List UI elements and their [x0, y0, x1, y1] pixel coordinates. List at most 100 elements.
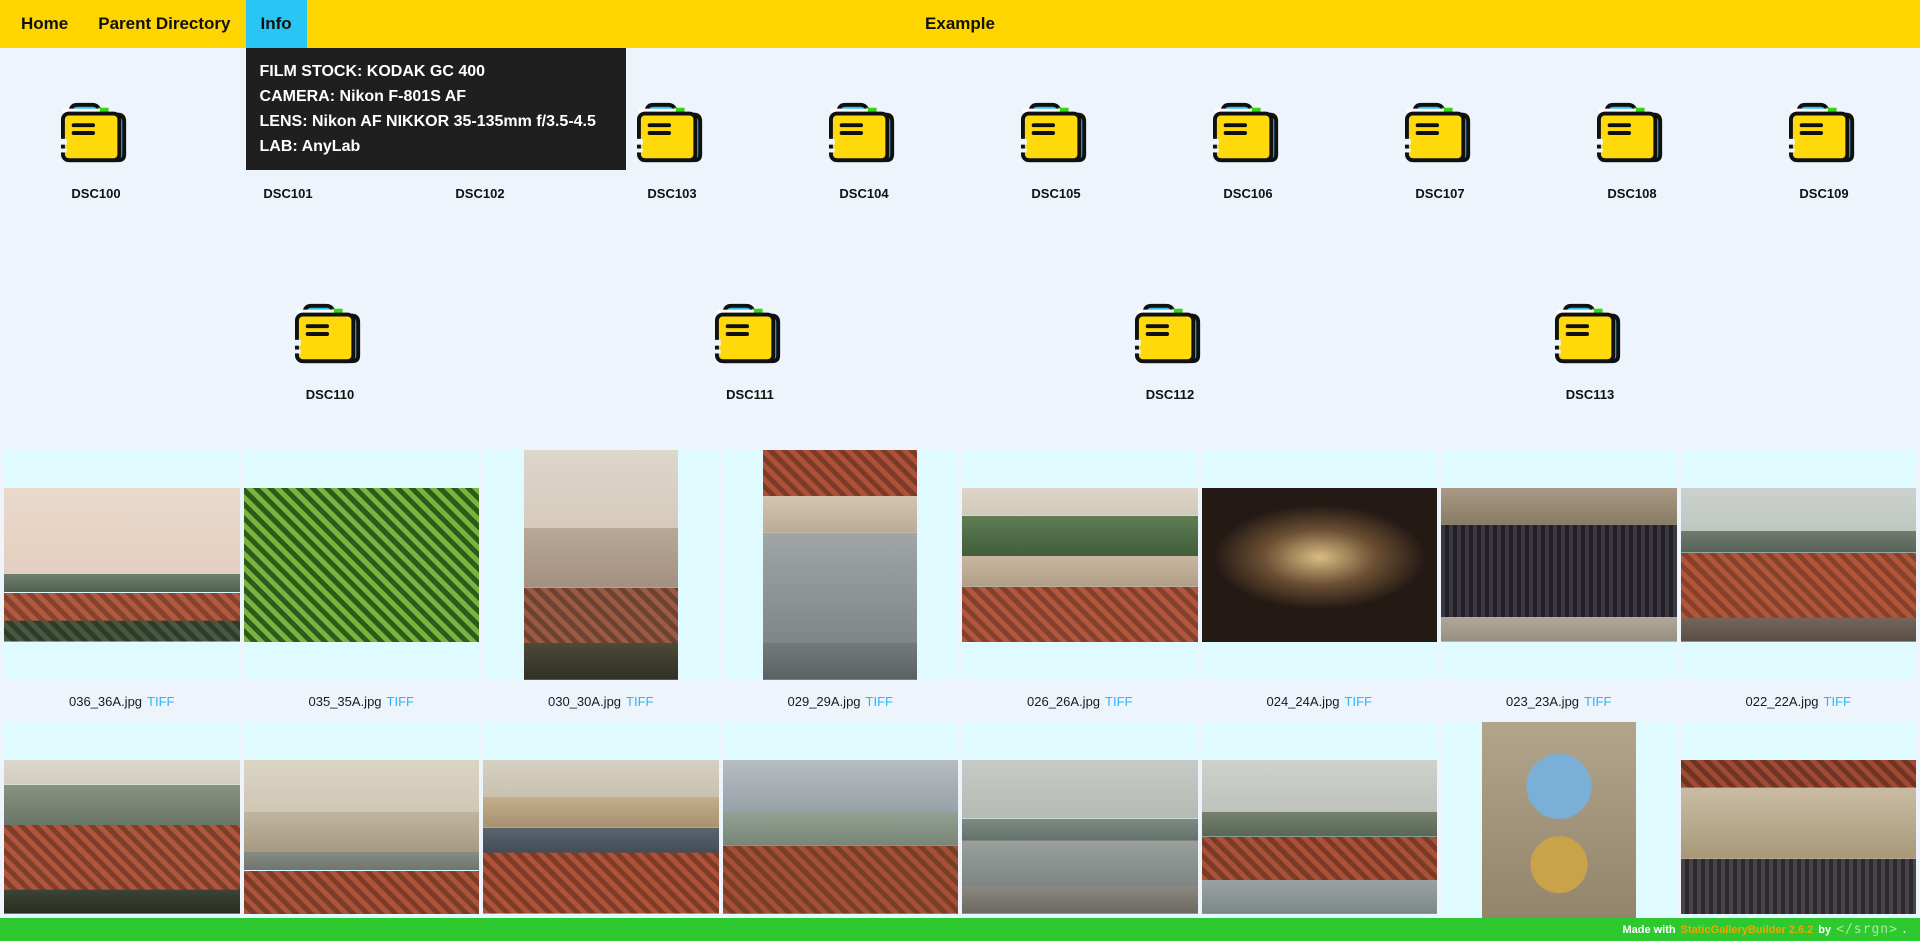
photo-item: 022_22A.jpgTIFF [1681, 450, 1917, 722]
photo-thumbnail-cell[interactable] [1681, 450, 1917, 680]
photo-row-2 [0, 722, 1920, 941]
photo-item: 029_29A.jpg TIFF [723, 450, 959, 722]
photo-item [483, 722, 719, 941]
photo-thumbnail-image [763, 450, 917, 680]
photo-tiff-link[interactable]: TIFF [1345, 694, 1372, 709]
photo-thumbnail-image [1482, 722, 1636, 941]
folder-item-dsc105[interactable]: DSC105 [960, 98, 1152, 201]
page-title: Example [925, 0, 995, 48]
photo-row-1: 036_36A.jpgTIFF035_35A.jpgTIFF030_30A.jp… [0, 450, 1920, 722]
folder-item-dsc108[interactable]: DSC108 [1536, 98, 1728, 201]
photo-thumbnail-image [962, 760, 1198, 914]
photo-thumbnail-cell[interactable] [962, 722, 1198, 941]
photo-tiff-link[interactable]: TIFF [866, 694, 893, 709]
photo-thumbnail-image [244, 488, 480, 642]
folder-label: DSC105 [1031, 186, 1080, 201]
photo-filename: 023_23A.jpg [1506, 694, 1579, 709]
photo-caption: 035_35A.jpgTIFF [244, 680, 480, 722]
folder-item-dsc109[interactable]: DSC109 [1728, 98, 1920, 201]
folder-item-dsc100[interactable]: DSC100 [0, 98, 192, 201]
photo-item [1441, 722, 1677, 941]
photo-item [1681, 722, 1917, 941]
photo-thumbnail-cell[interactable] [1681, 722, 1917, 941]
photo-tiff-link[interactable]: TIFF [1824, 694, 1851, 709]
photo-thumbnail-cell[interactable] [723, 722, 959, 941]
folder-icon [57, 98, 135, 168]
photo-caption: 026_26A.jpg TIFF [962, 680, 1198, 722]
folder-icon [1017, 98, 1095, 168]
photo-thumbnail-image [483, 760, 719, 914]
photo-thumbnail-cell[interactable] [1202, 722, 1438, 941]
tooltip-line-lab: LAB: AnyLab [260, 134, 612, 159]
photo-item: 030_30A.jpg TIFF [483, 450, 719, 722]
footer-by-text: by [1818, 924, 1831, 936]
folder-icon [291, 299, 369, 369]
photo-thumbnail-cell[interactable] [4, 722, 240, 941]
folder-icon [825, 98, 903, 168]
footer-logo-link[interactable]: </srgn> [1836, 922, 1898, 937]
photo-item [962, 722, 1198, 941]
nav-item-parent-directory[interactable]: Parent Directory [83, 0, 245, 48]
footer-bar: Made with StaticGalleryBuilder 2.6.2 by … [0, 918, 1920, 941]
photo-thumbnail-image [4, 488, 240, 642]
photo-item: 036_36A.jpgTIFF [4, 450, 240, 722]
photo-thumbnail-cell[interactable] [244, 450, 480, 680]
photo-thumbnail-image [244, 760, 480, 914]
photo-thumbnail-cell[interactable] [1441, 450, 1677, 680]
tooltip-line-camera: CAMERA: Nikon F-801S AF [260, 84, 612, 109]
photo-thumbnail-image [4, 760, 240, 914]
nav-item-info[interactable]: Info FILM STOCK: KODAK GC 400 CAMERA: Ni… [246, 0, 307, 48]
photo-tiff-link[interactable]: TIFF [626, 694, 653, 709]
photo-thumbnail-cell[interactable] [4, 450, 240, 680]
photo-tiff-link[interactable]: TIFF [1584, 694, 1611, 709]
folder-label: DSC109 [1799, 186, 1848, 201]
photo-thumbnail-cell[interactable] [244, 722, 480, 941]
folder-icon [1785, 98, 1863, 168]
nav-item-info-label: Info [261, 14, 292, 34]
photo-tiff-link[interactable]: TIFF [387, 694, 414, 709]
folder-item-dsc106[interactable]: DSC106 [1152, 98, 1344, 201]
folder-item-dsc113[interactable]: DSC113 [1515, 299, 1665, 402]
footer-builder-link[interactable]: StaticGalleryBuilder 2.6.2 [1681, 924, 1814, 936]
photo-thumbnail-image [962, 488, 1198, 642]
photo-thumbnail-image [524, 450, 678, 680]
photo-tiff-link[interactable]: TIFF [147, 694, 174, 709]
folder-item-dsc104[interactable]: DSC104 [768, 98, 960, 201]
photo-thumbnail-cell[interactable] [962, 450, 1198, 680]
photo-item [244, 722, 480, 941]
photo-thumbnail-cell[interactable] [483, 722, 719, 941]
photo-thumbnail-cell[interactable] [1441, 722, 1677, 941]
photo-thumbnail-image [1202, 488, 1438, 642]
nav-item-home[interactable]: Home [6, 0, 83, 48]
photo-caption: 022_22A.jpgTIFF [1681, 680, 1917, 722]
folder-label: DSC112 [1146, 387, 1194, 402]
photo-thumbnail-cell[interactable] [723, 450, 959, 680]
photo-item: 023_23A.jpg TIFF [1441, 450, 1677, 722]
folder-item-dsc112[interactable]: DSC112 [1095, 299, 1245, 402]
photo-filename: 030_30A.jpg [548, 694, 621, 709]
photo-thumbnail-image [1681, 760, 1917, 914]
photo-filename: 026_26A.jpg [1027, 694, 1100, 709]
folder-icon [1209, 98, 1287, 168]
folder-label: DSC108 [1607, 186, 1656, 201]
photo-thumbnail-image [723, 760, 959, 914]
photo-thumbnail-cell[interactable] [1202, 450, 1438, 680]
folder-label: DSC103 [647, 186, 696, 201]
folder-icon [1593, 98, 1671, 168]
photo-filename: 029_29A.jpg [788, 694, 861, 709]
photo-thumbnail-image [1202, 760, 1438, 914]
tooltip-line-lens: LENS: Nikon AF NIKKOR 35-135mm f/3.5-4.5 [260, 109, 612, 134]
photo-tiff-link[interactable]: TIFF [1105, 694, 1132, 709]
footer-suffix-text: . [1903, 924, 1906, 936]
photo-item: 035_35A.jpgTIFF [244, 450, 480, 722]
footer-made-with-text: Made with [1622, 924, 1675, 936]
folder-item-dsc111[interactable]: DSC111 [675, 299, 825, 402]
photo-caption: 030_30A.jpg TIFF [483, 680, 719, 722]
folder-row-2: DSC110 DSC111 DSC112 DSC113 [0, 299, 1920, 402]
photo-thumbnail-image [1681, 488, 1917, 642]
folder-item-dsc107[interactable]: DSC107 [1344, 98, 1536, 201]
photo-caption: 029_29A.jpg TIFF [723, 680, 959, 722]
folder-label: DSC104 [839, 186, 888, 201]
folder-item-dsc110[interactable]: DSC110 [255, 299, 405, 402]
photo-thumbnail-cell[interactable] [483, 450, 719, 680]
